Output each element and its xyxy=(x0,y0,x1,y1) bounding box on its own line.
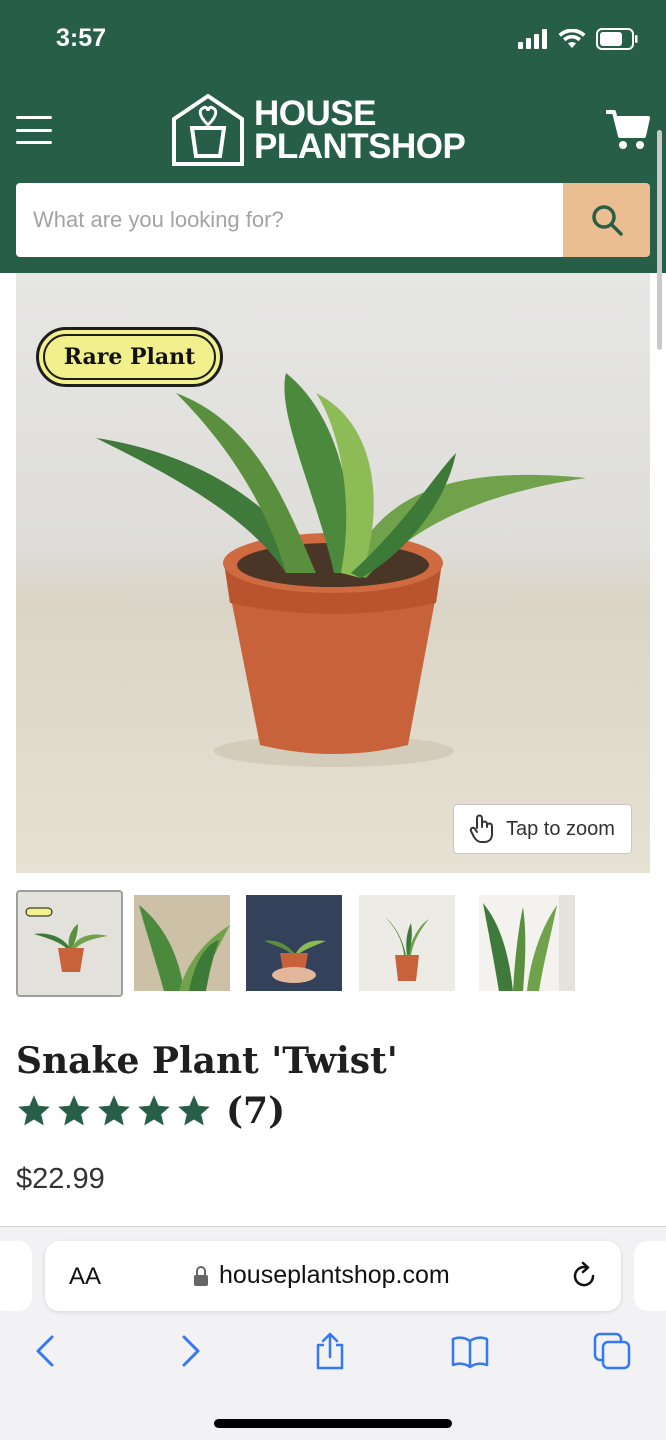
previous-tab-preview[interactable] xyxy=(0,1241,32,1311)
product-main-image[interactable]: Rare Plant Tap to zoom xyxy=(16,273,650,873)
product-title: Snake Plant 'Twist' xyxy=(16,1040,398,1082)
star-icon xyxy=(178,1095,210,1126)
search-input[interactable] xyxy=(16,183,563,257)
cart-icon[interactable] xyxy=(604,106,650,152)
search-icon xyxy=(591,205,623,236)
back-icon[interactable] xyxy=(26,1331,66,1371)
wifi-icon xyxy=(558,29,586,48)
site-logo[interactable]: HOUSE PLANTSHOP xyxy=(170,93,466,167)
browser-toolbar: AA houseplantshop.com xyxy=(0,1226,666,1440)
star-icon xyxy=(138,1095,170,1126)
thumbnail-4[interactable] xyxy=(359,895,455,991)
star-icon xyxy=(98,1095,130,1126)
browser-nav xyxy=(0,1327,666,1377)
url-display[interactable]: houseplantshop.com xyxy=(193,1261,450,1290)
next-tab-preview[interactable] xyxy=(634,1241,666,1311)
product-price: $22.99 xyxy=(16,1163,105,1195)
tabs-icon[interactable] xyxy=(592,1331,632,1371)
logo-line-2: PLANTSHOP xyxy=(254,127,466,166)
share-icon[interactable] xyxy=(310,1331,350,1371)
forward-icon[interactable] xyxy=(170,1331,210,1371)
menu-icon[interactable] xyxy=(16,116,52,144)
rare-plant-label: Rare Plant xyxy=(43,334,216,380)
plant-pot-logo-icon xyxy=(172,93,244,166)
thumbnail-5-image xyxy=(479,895,559,991)
bookmarks-icon[interactable] xyxy=(450,1331,490,1371)
search-button[interactable] xyxy=(563,183,650,257)
reload-icon[interactable] xyxy=(569,1261,599,1291)
status-time: 3:57 xyxy=(56,24,107,52)
product-thumbnails xyxy=(16,890,650,998)
address-bar[interactable]: AA houseplantshop.com xyxy=(45,1241,621,1311)
tap-to-zoom-label: Tap to zoom xyxy=(506,817,615,840)
thumbnail-1-image xyxy=(22,896,117,991)
cellular-signal-icon xyxy=(518,29,547,49)
product-rating[interactable]: (7) xyxy=(16,1090,285,1132)
thumbnail-5[interactable] xyxy=(479,895,575,991)
site-header: 3:57 HOUSE PLANTSHOP xyxy=(0,0,666,273)
status-icons xyxy=(518,28,638,50)
lock-icon xyxy=(194,1265,208,1286)
page-scrollbar[interactable] xyxy=(657,130,662,350)
thumbnail-2[interactable] xyxy=(134,895,230,991)
review-count[interactable]: (7) xyxy=(226,1090,285,1132)
rare-plant-badge: Rare Plant xyxy=(36,327,223,387)
tap-to-zoom-button[interactable]: Tap to zoom xyxy=(453,804,632,854)
home-indicator[interactable] xyxy=(214,1419,452,1428)
thumbnail-1[interactable] xyxy=(16,890,123,997)
thumbnail-3[interactable] xyxy=(246,895,342,991)
search-bar xyxy=(16,183,650,257)
battery-icon xyxy=(596,28,638,50)
text-size-button[interactable]: AA xyxy=(69,1263,101,1291)
hand-tap-icon xyxy=(469,814,493,843)
thumbnail-4-image xyxy=(359,895,455,991)
star-icon xyxy=(58,1095,90,1126)
thumbnail-2-image xyxy=(134,895,230,991)
logo-line-1: HOUSE xyxy=(254,94,376,133)
url-text: houseplantshop.com xyxy=(219,1261,450,1289)
star-icon xyxy=(18,1095,50,1126)
thumbnail-3-image xyxy=(246,895,342,991)
